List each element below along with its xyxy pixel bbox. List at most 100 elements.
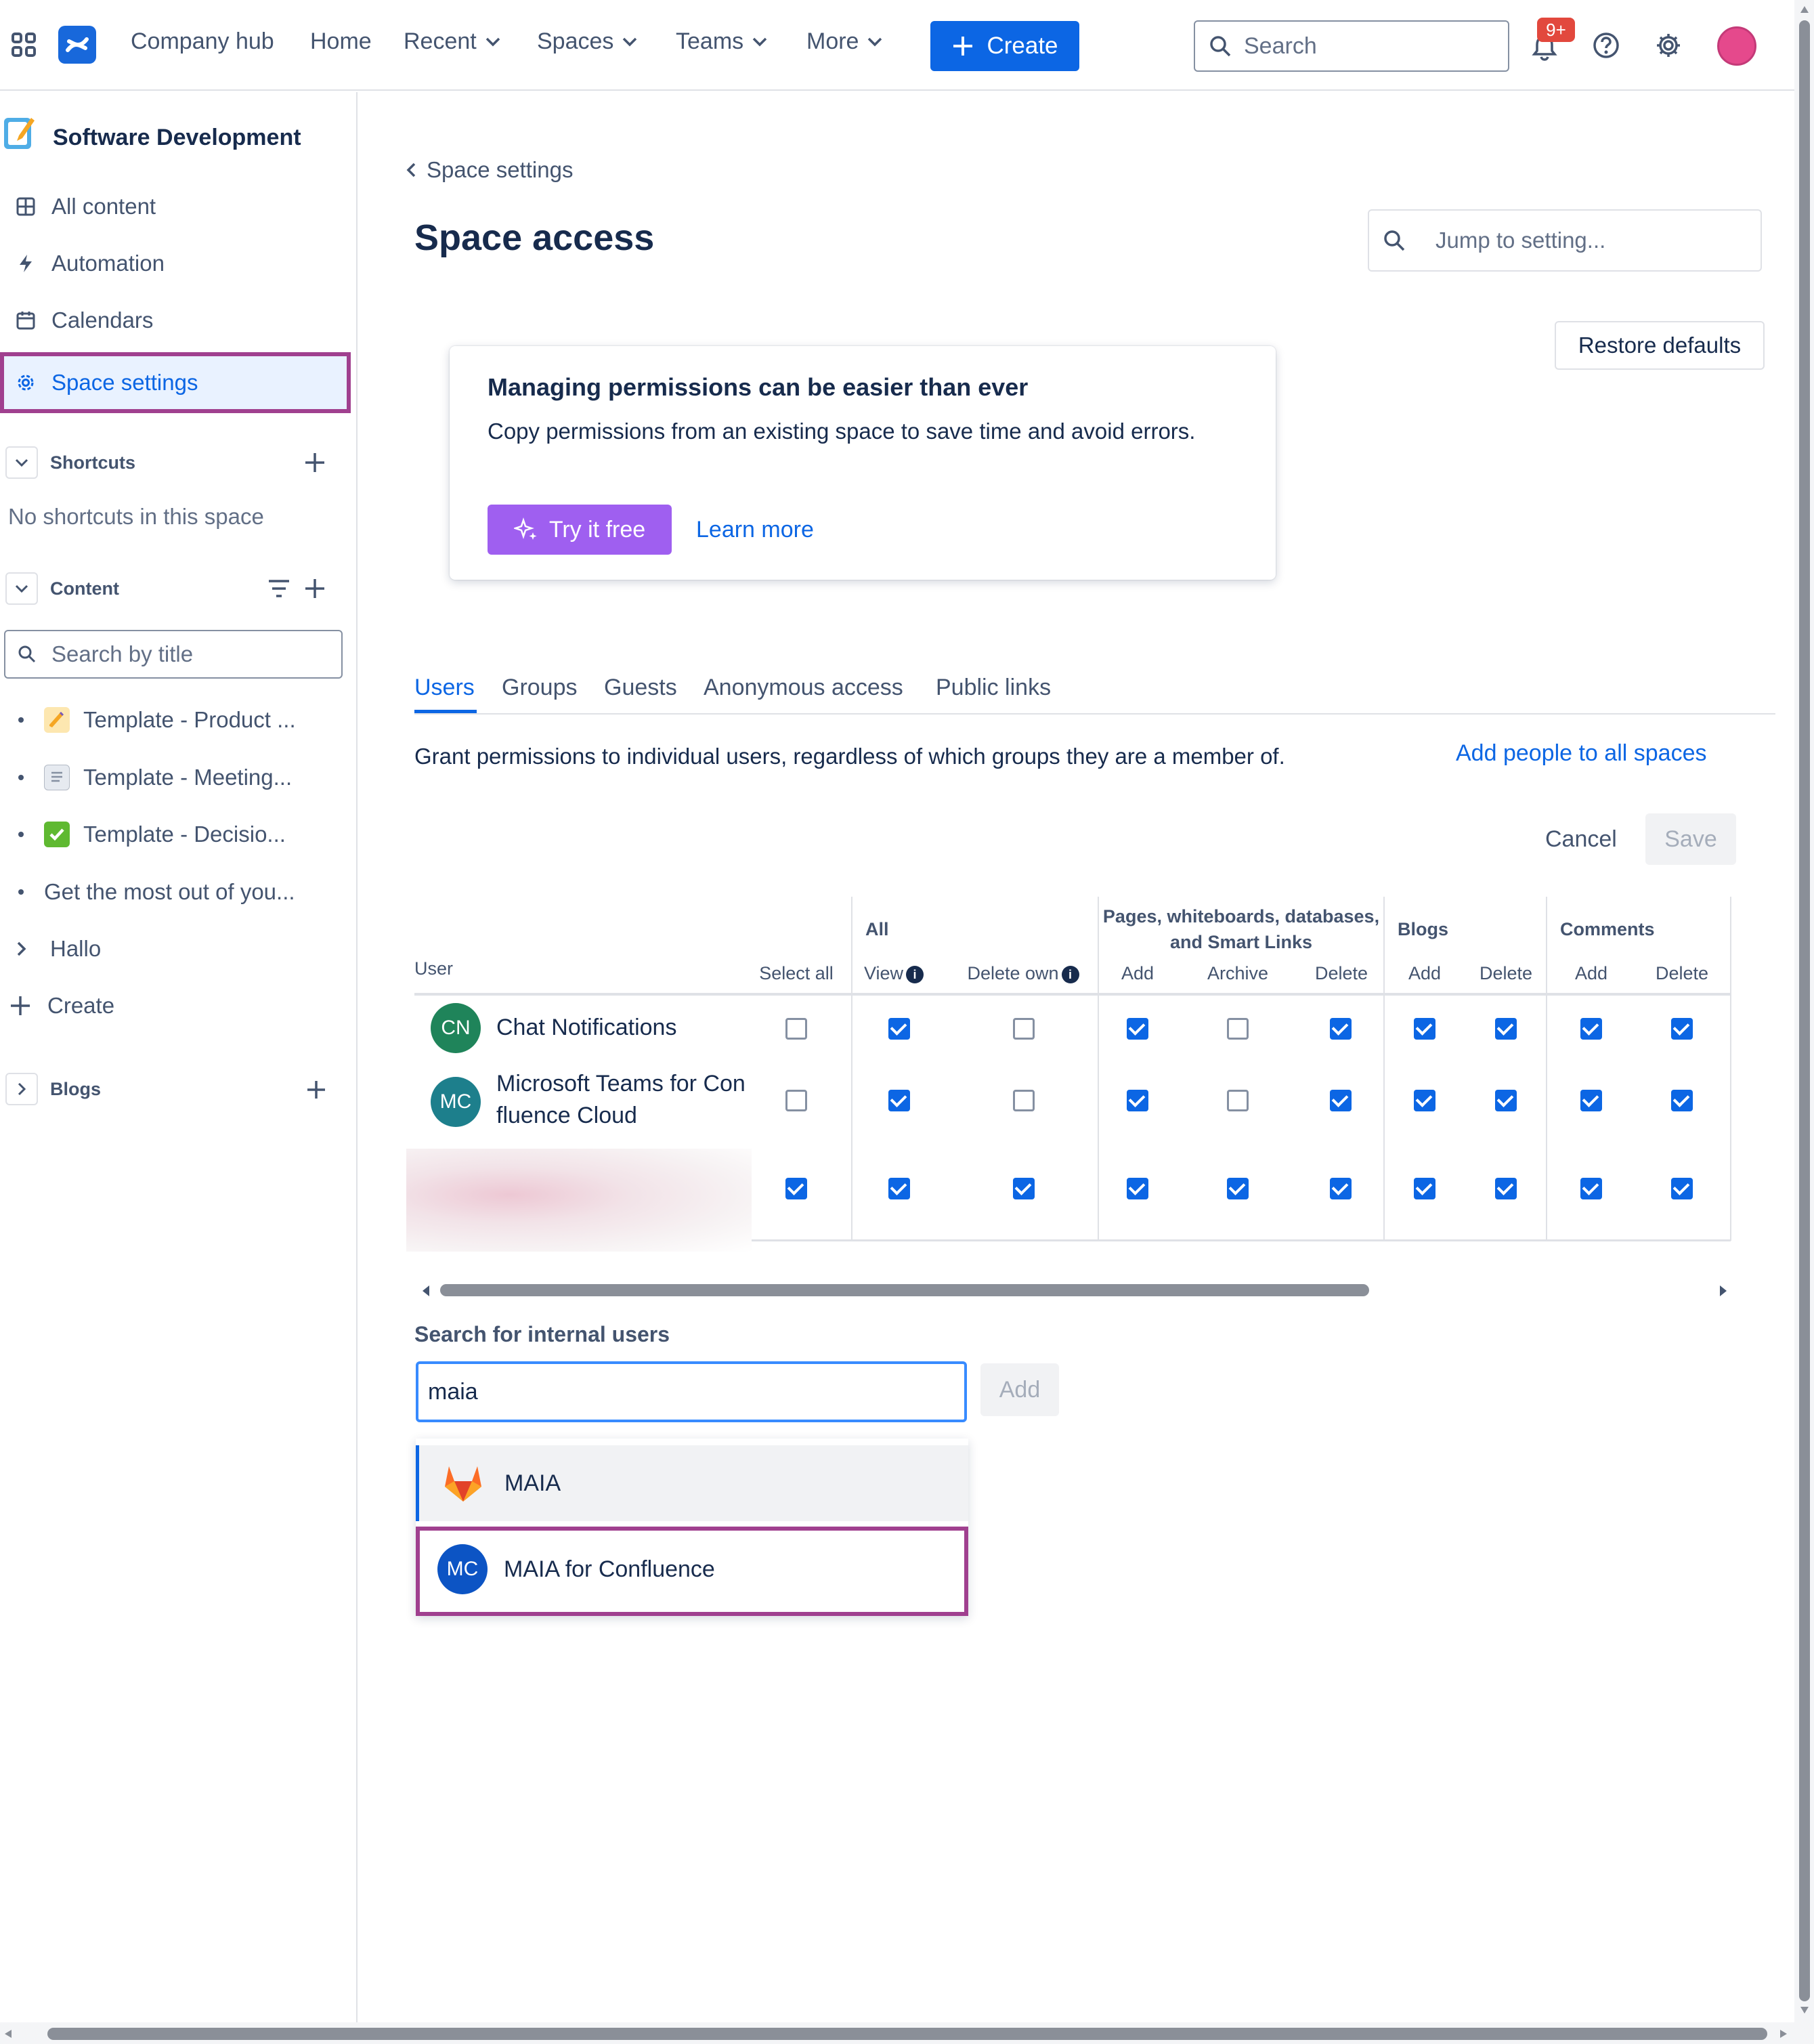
blogs-section-header[interactable]: Blogs <box>0 1068 339 1110</box>
permission-checkbox[interactable] <box>1330 1018 1352 1040</box>
permission-checkbox[interactable] <box>888 1018 910 1040</box>
permission-checkbox[interactable] <box>1580 1090 1602 1111</box>
chevron-right-icon[interactable] <box>5 1073 38 1105</box>
permission-checkbox[interactable] <box>1671 1018 1693 1040</box>
sidebar-item-calendars[interactable]: Calendars <box>0 294 352 347</box>
promo-body: Copy permissions from an existing space … <box>488 419 1196 444</box>
permission-checkbox[interactable] <box>785 1178 807 1199</box>
horizontal-scrollbar-thumb[interactable] <box>47 2028 1767 2040</box>
nav-recent[interactable]: Recent <box>404 28 501 55</box>
sidebar-item-space-settings[interactable]: Space settings <box>0 352 351 413</box>
filter-icon[interactable] <box>267 577 291 600</box>
table-horizontal-scrollbar[interactable] <box>416 1278 1770 1302</box>
add-shortcut-plus-icon[interactable] <box>303 451 326 474</box>
tree-item-template-product[interactable]: Template - Product ... <box>0 696 352 744</box>
space-logo-icon[interactable] <box>4 115 37 150</box>
tab-guests[interactable]: Guests <box>604 675 677 701</box>
chevron-down-icon[interactable] <box>5 572 38 605</box>
tab-users[interactable]: Users <box>414 675 475 701</box>
sidebar-create-button[interactable]: Create <box>0 982 352 1029</box>
tree-item-template-decision[interactable]: Template - Decisio... <box>0 811 352 858</box>
tree-item-get-the-most[interactable]: Get the most out of you... <box>0 868 352 916</box>
try-it-free-button[interactable]: Try it free <box>488 505 672 555</box>
permission-checkbox[interactable] <box>888 1090 910 1111</box>
nav-company-hub[interactable]: Company hub <box>131 28 274 55</box>
create-button[interactable]: Create <box>930 21 1079 71</box>
info-icon[interactable]: i <box>1061 965 1079 983</box>
permission-checkbox[interactable] <box>1671 1178 1693 1199</box>
scroll-up-arrow-icon[interactable] <box>1800 5 1809 14</box>
global-search-input[interactable]: Search <box>1194 20 1509 72</box>
permission-checkbox[interactable] <box>1414 1090 1435 1111</box>
add-content-plus-icon[interactable] <box>303 577 326 600</box>
tab-anonymous-access[interactable]: Anonymous access <box>704 675 903 701</box>
scrollbar-thumb[interactable] <box>440 1284 1369 1296</box>
nav-spaces[interactable]: Spaces <box>537 28 638 55</box>
learn-more-link[interactable]: Learn more <box>696 517 814 543</box>
permission-checkbox[interactable] <box>1127 1178 1148 1199</box>
info-icon[interactable]: i <box>906 965 924 983</box>
nav-more[interactable]: More <box>806 28 883 55</box>
user-avatar[interactable] <box>1717 26 1756 66</box>
space-name[interactable]: Software Development <box>53 125 301 151</box>
permission-checkbox[interactable] <box>1013 1090 1035 1111</box>
add-people-to-all-spaces-link[interactable]: Add people to all spaces <box>1456 740 1706 767</box>
search-by-title-input[interactable]: Search by title <box>4 630 343 679</box>
tree-item-template-meeting[interactable]: Template - Meeting... <box>0 754 352 801</box>
add-blog-plus-icon[interactable] <box>306 1080 326 1100</box>
permission-checkbox[interactable] <box>1414 1178 1435 1199</box>
sidebar-item-all-content[interactable]: All content <box>0 180 352 233</box>
permission-checkbox[interactable] <box>888 1178 910 1199</box>
tab-groups[interactable]: Groups <box>502 675 578 701</box>
app-switcher-icon[interactable] <box>11 32 37 58</box>
scroll-right-arrow-icon[interactable] <box>1719 1285 1728 1297</box>
shortcuts-section-header[interactable]: Shortcuts <box>0 442 339 484</box>
shortcuts-empty-text: No shortcuts in this space <box>8 504 264 529</box>
permission-checkbox[interactable] <box>1227 1018 1249 1040</box>
horizontal-scrollbar[interactable] <box>0 2022 1794 2044</box>
nav-home[interactable]: Home <box>310 28 372 55</box>
permission-checkbox[interactable] <box>1330 1090 1352 1111</box>
permission-checkbox[interactable] <box>1495 1018 1517 1040</box>
permission-checkbox[interactable] <box>1414 1018 1435 1040</box>
tree-item-hallo[interactable]: Hallo <box>0 925 352 973</box>
permission-checkbox[interactable] <box>1227 1178 1249 1199</box>
jump-to-setting-input[interactable]: Jump to setting... <box>1368 209 1762 272</box>
confluence-logo-icon[interactable] <box>58 26 96 64</box>
restore-defaults-button[interactable]: Restore defaults <box>1555 321 1765 370</box>
vertical-scrollbar[interactable] <box>1794 0 1814 2044</box>
permission-checkbox[interactable] <box>1495 1090 1517 1111</box>
nav-teams[interactable]: Teams <box>676 28 768 55</box>
permission-checkbox[interactable] <box>1127 1090 1148 1111</box>
breadcrumb[interactable]: Space settings <box>406 157 573 183</box>
settings-gear-icon[interactable] <box>1655 32 1682 59</box>
cancel-button[interactable]: Cancel <box>1545 826 1617 853</box>
scroll-left-arrow-icon[interactable] <box>421 1285 431 1297</box>
permission-checkbox[interactable] <box>785 1018 807 1040</box>
permission-checkbox[interactable] <box>1580 1178 1602 1199</box>
suggestion-maia-for-confluence[interactable]: MC MAIA for Confluence <box>416 1527 968 1616</box>
permission-checkbox[interactable] <box>1013 1178 1035 1199</box>
sidebar-item-label: Space settings <box>51 370 198 395</box>
scroll-left-arrow-icon[interactable] <box>4 2029 12 2039</box>
scroll-down-arrow-icon[interactable] <box>1800 2006 1809 2014</box>
tab-public-links[interactable]: Public links <box>936 675 1051 701</box>
permission-checkbox[interactable] <box>1580 1018 1602 1040</box>
add-user-button[interactable]: Add <box>980 1363 1059 1416</box>
permission-checkbox[interactable] <box>1127 1018 1148 1040</box>
chevron-down-icon[interactable] <box>5 446 38 479</box>
permission-checkbox[interactable] <box>1227 1090 1249 1111</box>
permission-checkbox[interactable] <box>1495 1178 1517 1199</box>
permission-checkbox[interactable] <box>1330 1178 1352 1199</box>
sidebar-item-automation[interactable]: Automation <box>0 237 352 290</box>
permission-checkbox[interactable] <box>785 1090 807 1111</box>
permission-checkbox[interactable] <box>1671 1090 1693 1111</box>
help-icon[interactable] <box>1593 32 1620 59</box>
col-header-blogs-delete: Delete <box>1479 963 1533 983</box>
search-internal-users-input[interactable]: maia <box>416 1361 967 1422</box>
save-button[interactable]: Save <box>1645 813 1736 865</box>
suggestion-maia[interactable]: MAIA <box>416 1445 968 1521</box>
scroll-right-arrow-icon[interactable] <box>1779 2029 1788 2039</box>
vertical-scrollbar-thumb[interactable] <box>1799 20 1810 2001</box>
permission-checkbox[interactable] <box>1013 1018 1035 1040</box>
